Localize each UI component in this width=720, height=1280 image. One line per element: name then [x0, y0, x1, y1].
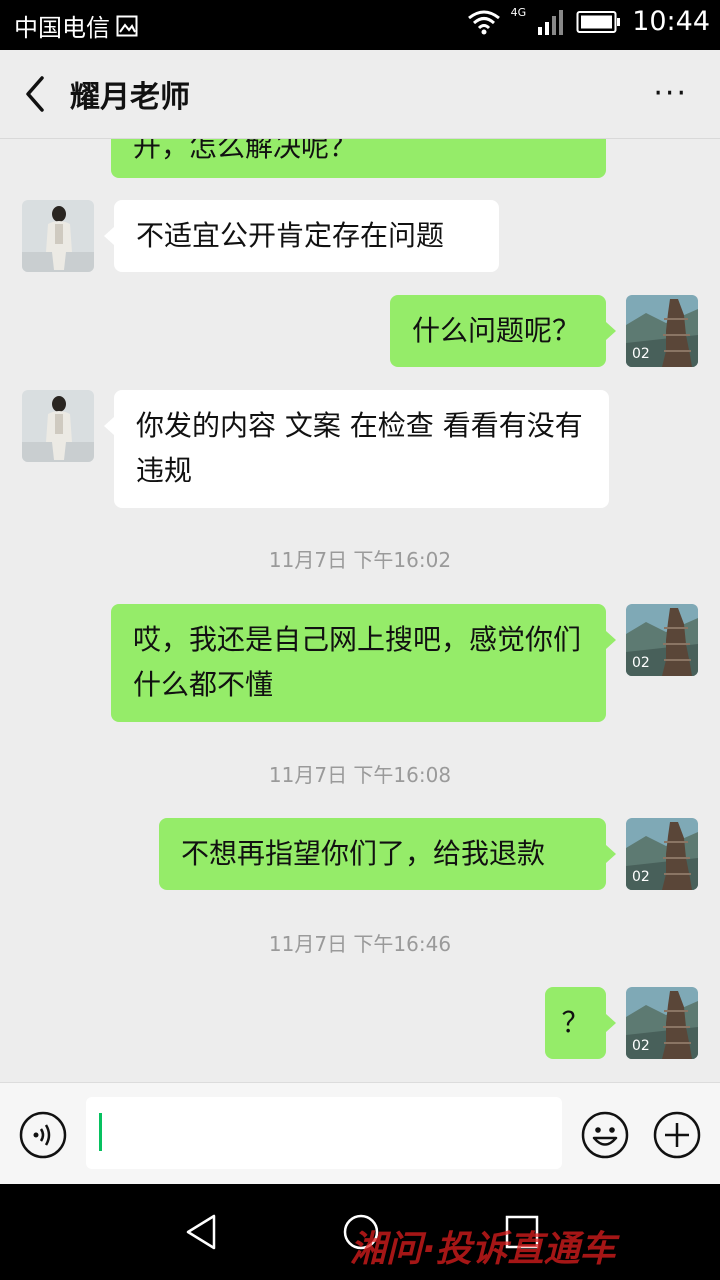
- timestamp: 11月7日 下午16:02: [268, 548, 452, 572]
- status-right: 4G 10:44: [467, 6, 710, 37]
- watermark: 湘问·投诉直通车: [350, 1229, 616, 1270]
- message-text: 什么问题呢？: [412, 314, 581, 347]
- bubble-tail: [606, 845, 616, 863]
- image-notification-icon: [116, 15, 138, 36]
- message-bubble-self[interactable]: 开，怎么解决呢？: [111, 139, 606, 178]
- status-bar: 中国电信 4G 10:44: [0, 0, 720, 50]
- network-type: 4G: [510, 6, 527, 19]
- message-bubble-other[interactable]: 你发的内容 文案 在检查 看看有没有违规: [114, 390, 609, 508]
- message-text: 你发的内容 文案 在检查 看看有没有违规: [136, 409, 583, 487]
- timestamp: 11月7日 下午16:08: [268, 763, 452, 787]
- system-navigation-bar: 湘问·投诉直通车: [0, 1184, 720, 1280]
- nav-back-icon[interactable]: [182, 1212, 222, 1252]
- avatar-label: 02: [632, 869, 650, 885]
- self-avatar[interactable]: 02: [626, 987, 698, 1059]
- message-list[interactable]: 开，怎么解决呢？ 不适宜公开肯定存在问题 什么问题呢？ 02 你发的内容 文案 …: [0, 139, 720, 1082]
- battery-icon: [576, 10, 621, 33]
- self-avatar[interactable]: 02: [626, 818, 698, 890]
- contact-avatar[interactable]: [22, 200, 94, 272]
- contact-avatar[interactable]: [22, 390, 94, 462]
- input-bar: [0, 1082, 720, 1185]
- avatar-label: 02: [632, 1038, 650, 1054]
- message-text: 不想再指望你们了，给我退款: [181, 837, 546, 870]
- avatar-label: 02: [632, 655, 650, 671]
- clock: 10:44: [632, 6, 710, 37]
- emoji-icon[interactable]: [581, 1111, 629, 1159]
- message-bubble-self[interactable]: 哎，我还是自己网上搜吧，感觉你们什么都不懂: [111, 604, 606, 722]
- chat-header: 耀月老师 ···: [0, 50, 720, 139]
- timestamp: 11月7日 下午16:46: [268, 932, 452, 956]
- status-left: 中国电信: [14, 8, 138, 43]
- message-text: 不适宜公开肯定存在问题: [136, 219, 445, 252]
- bubble-tail: [606, 322, 616, 340]
- more-options-button[interactable]: ···: [653, 76, 688, 111]
- message-text: 开，怎么解决呢？: [133, 139, 358, 163]
- text-cursor: [99, 1113, 102, 1151]
- signal-icon: [538, 9, 564, 35]
- message-bubble-self[interactable]: ？: [545, 987, 606, 1059]
- message-text: 哎，我还是自己网上搜吧，感觉你们什么都不懂: [133, 623, 582, 701]
- wifi-icon: [467, 10, 500, 34]
- bubble-tail: [104, 227, 114, 245]
- plus-icon[interactable]: [653, 1111, 701, 1159]
- self-avatar[interactable]: 02: [626, 604, 698, 676]
- message-bubble-self[interactable]: 不想再指望你们了，给我退款: [159, 818, 606, 890]
- message-text: ？: [561, 1006, 590, 1039]
- avatar-label: 02: [632, 346, 650, 362]
- self-avatar[interactable]: 02: [626, 295, 698, 367]
- bubble-tail: [606, 1014, 616, 1032]
- message-bubble-other[interactable]: 不适宜公开肯定存在问题: [114, 200, 499, 272]
- back-arrow-icon[interactable]: [18, 72, 54, 116]
- bubble-tail: [606, 631, 616, 649]
- bubble-tail: [104, 417, 114, 435]
- contact-name: 耀月老师: [70, 80, 190, 115]
- carrier-label: 中国电信: [14, 14, 110, 42]
- message-bubble-self[interactable]: 什么问题呢？: [390, 295, 606, 367]
- message-input[interactable]: [86, 1097, 562, 1169]
- voice-icon[interactable]: [19, 1111, 67, 1159]
